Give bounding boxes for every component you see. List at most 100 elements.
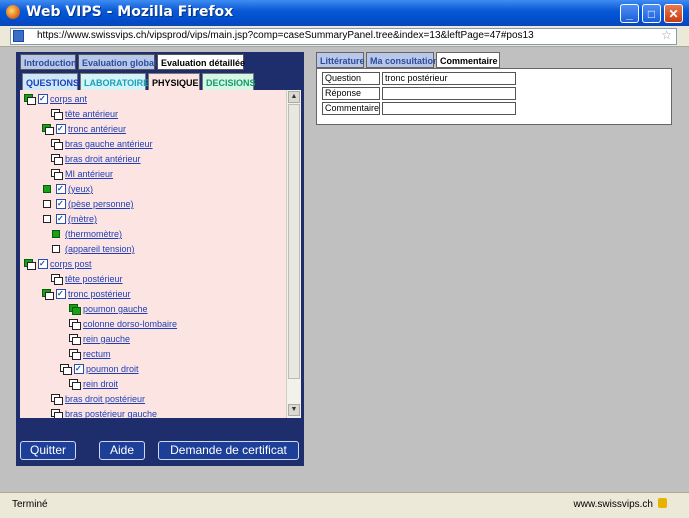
tree-item[interactable]: corps post — [24, 256, 92, 272]
tree-item[interactable]: colonne dorso-lombaire — [69, 317, 177, 332]
tree-item-link[interactable]: bras postérieur gauche — [65, 409, 157, 418]
maximize-button[interactable]: □ — [642, 4, 661, 23]
tab-decisions[interactable]: DECISIONS — [202, 73, 256, 91]
checked-checkbox-icon[interactable] — [56, 121, 66, 136]
checked-checkbox-icon[interactable] — [56, 211, 66, 226]
tree-item-link[interactable]: (pèse personne) — [68, 199, 134, 209]
tab-introduction[interactable]: Introduction — [20, 54, 77, 70]
tab-evaluation-globale[interactable]: Evaluation globale — [78, 54, 162, 70]
page-content: Introduction Evaluation globale Evaluati… — [0, 47, 689, 492]
folder-node-icon — [69, 334, 81, 346]
tree-item[interactable]: tronc antérieur — [42, 121, 126, 137]
browser-window: Web VIPS - Mozilla Firefox _ □ ✕ https:/… — [0, 0, 689, 518]
checked-checkbox-icon[interactable] — [56, 196, 66, 211]
checked-checkbox-icon[interactable] — [74, 361, 84, 376]
tree-item-link[interactable]: tête antérieur — [65, 109, 118, 119]
exam-tree: corps ant tête antérieur tronc antérieur br… — [20, 90, 286, 418]
tree-item[interactable]: tête postérieur — [51, 272, 123, 287]
tree-item-link[interactable]: tête postérieur — [65, 274, 123, 284]
tree-item-link[interactable]: corps post — [50, 259, 92, 269]
tree-item[interactable]: (yeux) — [42, 181, 93, 197]
tree-item-link[interactable]: tronc antérieur — [68, 124, 126, 134]
help-button[interactable]: Aide — [99, 441, 145, 460]
tree-item[interactable]: rein gauche — [69, 332, 130, 347]
tree-item-link[interactable]: rein gauche — [83, 334, 130, 344]
tree-item[interactable]: rectum — [69, 347, 111, 362]
tree-item[interactable]: bras droit antérieur — [51, 152, 141, 167]
minimize-button[interactable]: _ — [620, 4, 639, 23]
square-node-icon — [51, 229, 62, 239]
folder-node-icon — [69, 379, 81, 391]
folder-node-icon — [51, 274, 63, 286]
tab-physique[interactable]: PHYSIQUE — [148, 73, 200, 91]
tree-item-link[interactable]: MI antérieur — [65, 169, 113, 179]
status-bar: Terminé www.swissvips.ch — [0, 492, 689, 518]
status-text: Terminé — [12, 499, 48, 510]
url-input[interactable]: https://www.swissvips.ch/vipsprod/vips/m… — [10, 28, 677, 45]
checked-checkbox-icon[interactable] — [56, 181, 66, 196]
tab-ma-consultation[interactable]: Ma consultation — [366, 52, 439, 68]
tree-item-link[interactable]: tronc postérieur — [68, 289, 131, 299]
tree-item-link[interactable]: (mètre) — [68, 214, 97, 224]
commentaire-field[interactable] — [382, 102, 516, 115]
tree-item-link[interactable]: corps ant — [50, 94, 87, 104]
tree-item-link[interactable]: rein droit — [83, 379, 118, 389]
tree-item[interactable]: corps ant — [24, 91, 87, 107]
folder-node-icon — [51, 409, 63, 418]
folder-node-icon — [69, 304, 81, 316]
tree-item[interactable]: poumon droit — [60, 361, 139, 377]
firefox-icon — [6, 5, 20, 19]
folder-node-icon — [42, 289, 54, 301]
checked-checkbox-icon[interactable] — [56, 286, 66, 301]
question-field[interactable]: tronc postérieur — [382, 72, 516, 85]
tab-litterature[interactable]: Littérature — [316, 52, 365, 68]
tree-item-link[interactable]: (yeux) — [68, 184, 93, 194]
certificate-request-button[interactable]: Demande de certificat — [158, 441, 299, 460]
window-title: Web VIPS - Mozilla Firefox — [26, 4, 234, 20]
tree-item[interactable]: poumon gauche — [69, 302, 148, 317]
tab-questions[interactable]: QUESTIONS — [22, 73, 79, 91]
tree-item[interactable]: bras gauche antérieur — [51, 137, 153, 152]
tree-item-link[interactable]: (thermomètre) — [65, 229, 122, 239]
tree-item-link[interactable]: poumon gauche — [83, 304, 148, 314]
right-panel: Littérature Ma consultation Commentaire … — [316, 52, 672, 125]
tab-commentaire[interactable]: Commentaire — [436, 52, 500, 68]
tab-evaluation-detaillee[interactable]: Evaluation détaillée — [157, 54, 245, 70]
tree-item[interactable]: rein droit — [69, 377, 118, 392]
checked-checkbox-icon[interactable] — [38, 256, 48, 271]
tab-laboratoire[interactable]: LABORATOIRE — [80, 73, 149, 91]
tree-item-link[interactable]: bras droit antérieur — [65, 154, 141, 164]
close-button[interactable]: ✕ — [664, 4, 683, 23]
tree-item-link[interactable]: rectum — [83, 349, 111, 359]
tree-item[interactable]: (appareil tension) — [51, 242, 135, 257]
tree-item[interactable]: tête antérieur — [51, 107, 118, 122]
folder-node-icon — [24, 259, 36, 271]
tree-item[interactable]: MI antérieur — [51, 167, 113, 182]
tree-item-link[interactable]: bras gauche antérieur — [65, 139, 153, 149]
folder-node-icon — [51, 139, 63, 151]
tree-item[interactable]: (pèse personne) — [42, 196, 134, 212]
tree-item[interactable]: (thermomètre) — [51, 227, 122, 242]
lock-icon — [658, 498, 667, 508]
tree-item[interactable]: bras droit postérieur — [51, 392, 145, 407]
tree-item-link[interactable]: bras droit postérieur — [65, 394, 145, 404]
tree-item-link[interactable]: poumon droit — [86, 364, 139, 374]
scroll-thumb[interactable] — [288, 104, 300, 379]
checked-checkbox-icon[interactable] — [38, 91, 48, 106]
tree-item[interactable]: bras postérieur gauche — [51, 407, 157, 418]
scroll-down-icon[interactable]: ▼ — [288, 404, 300, 416]
bookmark-star-icon[interactable]: ☆ — [661, 28, 672, 42]
title-bar: Web VIPS - Mozilla Firefox _ □ ✕ — [0, 0, 689, 26]
reponse-field[interactable] — [382, 87, 516, 100]
tree-scrollbar[interactable]: ▲ ▼ — [286, 90, 301, 418]
action-bar: Quitter Aide Demande de certificat — [16, 436, 304, 466]
tree-item-link[interactable]: colonne dorso-lombaire — [83, 319, 177, 329]
tree-item[interactable]: tronc postérieur — [42, 286, 131, 302]
folder-node-icon — [42, 124, 54, 136]
scroll-up-icon[interactable]: ▲ — [288, 91, 300, 103]
tree-item-link[interactable]: (appareil tension) — [65, 244, 135, 254]
quit-button[interactable]: Quitter — [20, 441, 76, 460]
status-domain: www.swissvips.ch — [573, 499, 653, 510]
square-node-icon — [42, 199, 53, 209]
tree-item[interactable]: (mètre) — [42, 211, 97, 227]
